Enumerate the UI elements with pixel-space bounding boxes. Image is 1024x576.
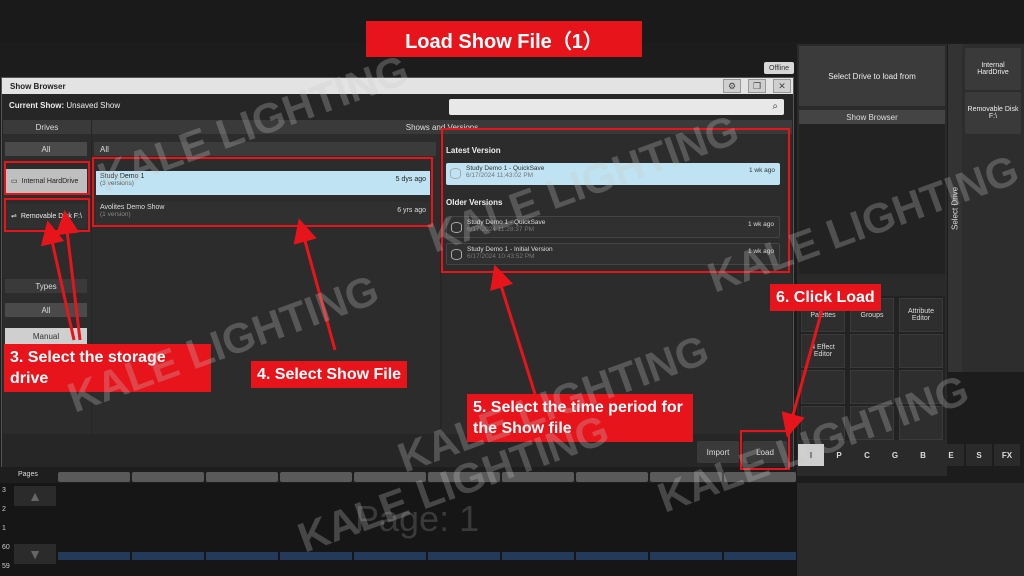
arrow-to-show-file: [293, 218, 337, 351]
arrow-to-removable: [55, 210, 82, 341]
step5-label: 5. Select the time period for the Show f…: [467, 394, 693, 442]
step3-label: 3. Select the storage drive: [4, 344, 211, 392]
arrow-to-versions: [490, 264, 537, 395]
step4-label: 4. Select Show File: [251, 361, 408, 388]
arrow-to-load: [781, 309, 824, 438]
step6-label: 6. Click Load: [770, 284, 881, 311]
